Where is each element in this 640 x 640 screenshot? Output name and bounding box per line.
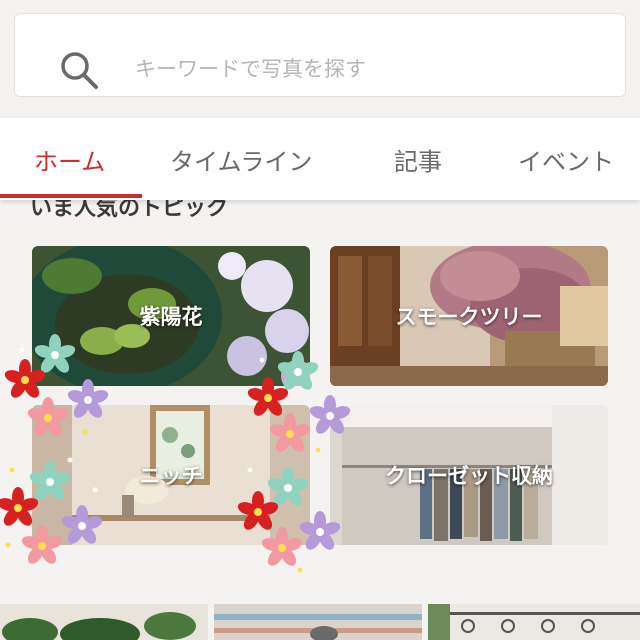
topic-label: クローゼット収納 [385, 464, 553, 488]
topic-card-niche[interactable]: ニッチ [32, 405, 310, 545]
photo-thumbnail[interactable] [428, 604, 640, 640]
topic-label: ニッチ [139, 464, 203, 488]
search-box[interactable] [14, 13, 626, 97]
tab-bar: ホーム タイムライン 記事 イベント [0, 118, 640, 200]
tab-home[interactable]: ホーム [34, 142, 105, 177]
topic-label: スモークツリー [395, 305, 543, 329]
tab-events[interactable]: イベント [518, 142, 614, 177]
topic-card-smoke-tree[interactable]: スモークツリー [330, 246, 608, 386]
search-bar-area [0, 0, 640, 118]
thumbnail-photo-hooks [428, 604, 640, 640]
photo-thumbnail[interactable] [214, 604, 422, 640]
thumbnail-photo-fabric [214, 604, 422, 640]
tab-articles[interactable]: 記事 [394, 142, 442, 177]
active-tab-indicator [0, 194, 142, 198]
tab-timeline[interactable]: タイムライン [170, 142, 312, 177]
topic-card-closet-storage[interactable]: クローゼット収納 [330, 405, 608, 545]
photo-thumbnail[interactable] [0, 604, 208, 640]
thumbnail-photo-plants [0, 604, 208, 640]
topic-card-hydrangea[interactable]: 紫陽花 [32, 246, 310, 386]
search-icon[interactable] [59, 50, 99, 90]
topic-label: 紫陽花 [139, 305, 203, 329]
search-input[interactable] [133, 52, 617, 86]
